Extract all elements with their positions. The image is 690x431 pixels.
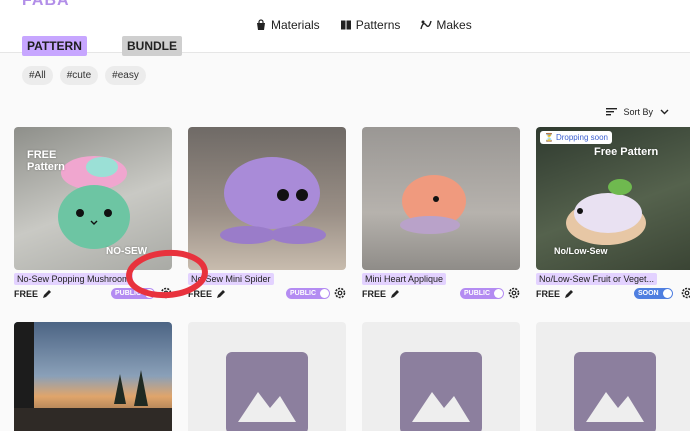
placeholder-card[interactable] bbox=[188, 322, 346, 431]
pattern-title[interactable]: No-Sew Mini Spider bbox=[188, 273, 274, 285]
pattern-image[interactable]: FREE Pattern NO-SEW bbox=[14, 127, 172, 270]
pencil-icon[interactable] bbox=[564, 289, 574, 299]
thumb-overlay-top: FREE Pattern bbox=[27, 149, 65, 173]
price-label: FREE bbox=[536, 289, 561, 299]
dropping-soon-badge: ⏳ Dropping soon bbox=[540, 131, 613, 144]
gear-icon[interactable] bbox=[159, 286, 173, 300]
status-label: PUBLIC bbox=[290, 290, 317, 297]
sort-label: Sort By bbox=[623, 106, 653, 117]
main-nav: Materials Patterns Makes bbox=[255, 18, 472, 32]
price-label: FREE bbox=[188, 289, 213, 299]
image-placeholder-icon bbox=[400, 352, 482, 431]
nav-materials[interactable]: Materials bbox=[255, 18, 320, 32]
pattern-image[interactable]: ⏳ Dropping soon Free Pattern No/Low-Sew bbox=[536, 127, 690, 270]
top-navigation-bar: FABA Materials Patterns Makes bbox=[0, 0, 690, 53]
nav-patterns[interactable]: Patterns bbox=[340, 18, 401, 32]
price-label: FREE bbox=[362, 289, 387, 299]
price-row: FREE bbox=[188, 287, 226, 301]
spider-plush-image bbox=[220, 157, 326, 244]
tag-easy[interactable]: #easy bbox=[105, 66, 146, 85]
book-icon bbox=[340, 20, 351, 30]
tag-all[interactable]: #All bbox=[22, 66, 53, 85]
nav-makes-label: Makes bbox=[436, 18, 472, 32]
pencil-icon[interactable] bbox=[216, 289, 226, 299]
status-label: PUBLIC bbox=[464, 290, 491, 297]
pencil-icon[interactable] bbox=[390, 289, 400, 299]
thumb-overlay-top: Free Pattern bbox=[594, 146, 659, 158]
gear-icon[interactable] bbox=[680, 286, 690, 300]
status-label: SOON bbox=[638, 290, 659, 297]
pattern-title[interactable]: No/Low-Sew Fruit or Veget... bbox=[536, 273, 658, 285]
tab-pattern[interactable]: PATTERN bbox=[22, 36, 87, 56]
sort-dropdown[interactable]: Sort By bbox=[606, 106, 670, 117]
placeholder-card[interactable] bbox=[362, 322, 520, 431]
gear-icon[interactable] bbox=[507, 286, 521, 300]
brand-logo[interactable]: FABA bbox=[22, 0, 70, 10]
hourglass-icon: ⏳ bbox=[544, 133, 554, 142]
price-label: FREE bbox=[14, 289, 39, 299]
pattern-title[interactable]: Mini Heart Applique bbox=[362, 273, 447, 285]
tag-filters: #All #cute #easy bbox=[22, 66, 146, 85]
nav-patterns-label: Patterns bbox=[355, 18, 401, 32]
thumb-overlay-bottom: No/Low-Sew bbox=[554, 246, 608, 256]
shopping-bag-icon bbox=[257, 19, 265, 30]
image-placeholder-icon bbox=[574, 352, 656, 431]
status-toggle[interactable]: PUBLIC bbox=[111, 288, 156, 299]
status-toggle[interactable]: SOON bbox=[634, 288, 673, 299]
gear-icon[interactable] bbox=[333, 286, 347, 300]
pattern-image[interactable] bbox=[14, 322, 172, 431]
nav-makes[interactable]: Makes bbox=[420, 18, 472, 32]
tag-cute[interactable]: #cute bbox=[59, 66, 99, 85]
status-toggle[interactable]: PUBLIC bbox=[286, 288, 331, 299]
yarn-hook-icon bbox=[420, 20, 433, 30]
sort-icon bbox=[606, 108, 618, 116]
price-row: FREE bbox=[14, 287, 52, 301]
chevron-down-icon bbox=[660, 109, 669, 115]
price-row: FREE bbox=[362, 287, 400, 301]
pencil-icon[interactable] bbox=[42, 289, 52, 299]
status-toggle[interactable]: PUBLIC bbox=[460, 288, 505, 299]
tab-bundle[interactable]: BUNDLE bbox=[122, 36, 182, 56]
image-placeholder-icon bbox=[226, 352, 308, 431]
heart-applique-image bbox=[400, 175, 466, 234]
sunset-photo-image bbox=[14, 322, 172, 431]
badge-label: Dropping soon bbox=[555, 133, 609, 142]
price-row: FREE bbox=[536, 287, 574, 301]
pattern-image[interactable] bbox=[362, 127, 520, 270]
thumb-overlay-bottom: NO-SEW bbox=[106, 246, 148, 257]
nav-materials-label: Materials bbox=[271, 18, 320, 32]
pattern-image[interactable] bbox=[188, 127, 346, 270]
placeholder-card[interactable] bbox=[536, 322, 690, 431]
status-label: PUBLIC bbox=[115, 290, 142, 297]
pattern-title[interactable]: No-Sew Popping Mushroom bbox=[14, 273, 133, 285]
